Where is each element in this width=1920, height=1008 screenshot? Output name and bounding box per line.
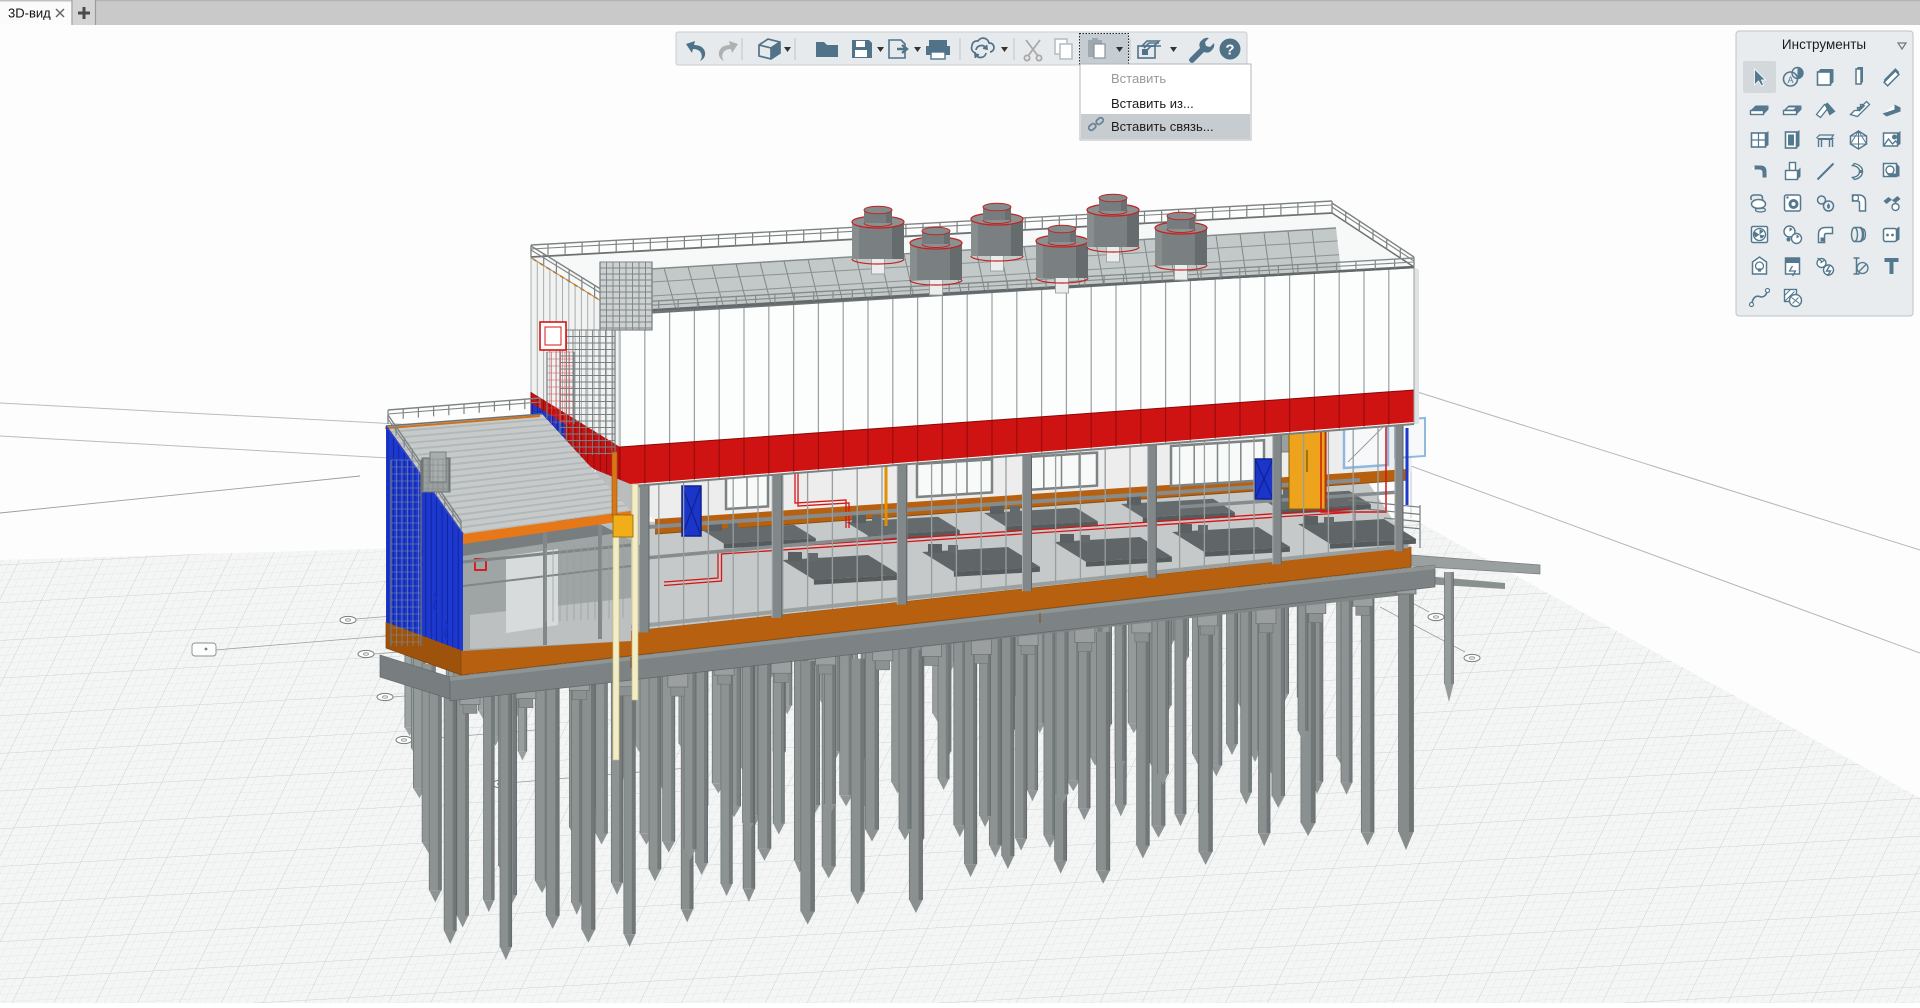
svg-text:Вставить: Вставить	[1111, 71, 1166, 86]
svg-text:Инструменты: Инструменты	[1782, 37, 1866, 52]
svg-text:?: ?	[1225, 42, 1234, 59]
svg-text:3D-вид: 3D-вид	[8, 6, 51, 21]
svg-text:Вставить связь...: Вставить связь...	[1111, 119, 1214, 134]
svg-text:Вставить из...: Вставить из...	[1111, 96, 1194, 111]
